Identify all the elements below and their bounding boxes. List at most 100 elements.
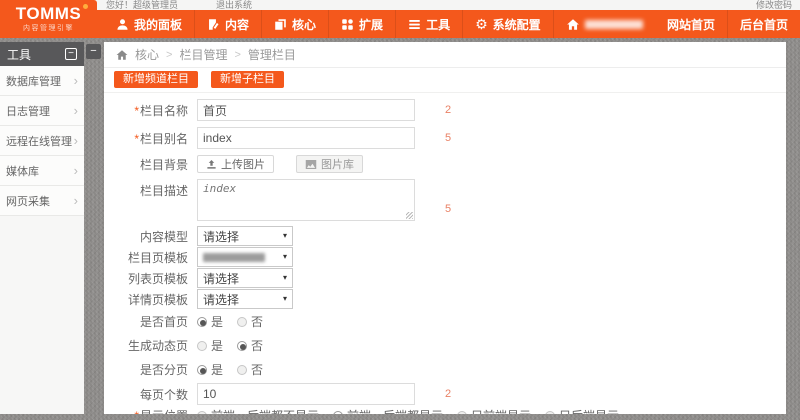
- column-description-textarea[interactable]: index: [197, 179, 415, 221]
- field-label: *栏目名称: [114, 102, 188, 119]
- nav-item-label: 系统配置: [493, 16, 541, 33]
- radio-unselected-icon[interactable]: [457, 411, 467, 415]
- validation-hint: 5: [445, 203, 451, 215]
- column-name-input[interactable]: [197, 99, 415, 121]
- form-row-column-description: 栏目描述 index 5: [114, 179, 786, 221]
- nav-item-extensions[interactable]: 扩展: [328, 10, 395, 38]
- add-sub-column-button[interactable]: 新增子栏目: [211, 71, 284, 88]
- form-row-content-model: 内容模型 请选择 ▾: [114, 226, 786, 246]
- sidebar-item-webcollect[interactable]: 网页采集 ›: [0, 186, 84, 216]
- nav-item-label: 工具: [426, 16, 450, 33]
- nav-item-system-config[interactable]: ⚙ 系统配置: [462, 10, 553, 38]
- radio-option-no[interactable]: 否: [237, 339, 263, 352]
- field-label: 每页个数: [114, 386, 188, 403]
- image-icon: [305, 159, 317, 170]
- chevron-down-icon: ▾: [283, 274, 287, 282]
- logout-link[interactable]: 退出系统: [216, 0, 252, 10]
- field-label: 是否首页: [114, 313, 188, 330]
- radio-selected-icon[interactable]: [333, 411, 343, 415]
- radio-option-hide-both[interactable]: 前端、后端都不显示: [197, 409, 319, 414]
- nav-item-label: 后台首页: [740, 16, 788, 33]
- nav-item-dashboard[interactable]: 我的面板: [104, 10, 194, 38]
- radio-option-front-only[interactable]: 只前端显示: [457, 409, 531, 414]
- resize-grip-icon[interactable]: [406, 212, 413, 219]
- select-value: 请选择: [203, 291, 239, 308]
- column-alias-input[interactable]: [197, 127, 415, 149]
- generate-dynamic-radio-group: 是 否: [197, 339, 263, 352]
- home-icon: [116, 49, 128, 61]
- radio-unselected-icon[interactable]: [197, 411, 207, 415]
- radio-unselected-icon[interactable]: [237, 317, 247, 327]
- form-row-column-name: *栏目名称 2: [114, 99, 786, 121]
- brand-logo: TOMMS 内容管理引擎: [0, 0, 97, 38]
- sidebar-item-media[interactable]: 媒体库 ›: [0, 156, 84, 186]
- column-template-select[interactable]: ▾: [197, 247, 293, 267]
- radio-option-yes[interactable]: 是: [197, 339, 223, 352]
- nav-item-tools[interactable]: 工具: [395, 10, 462, 38]
- sidebar-item-remote[interactable]: 远程在线管理 ›: [0, 126, 84, 156]
- list-template-select[interactable]: 请选择 ▾: [197, 268, 293, 288]
- radio-unselected-icon[interactable]: [237, 365, 247, 375]
- logo-title: TOMMS: [16, 4, 81, 23]
- items-per-page-input[interactable]: [197, 383, 415, 405]
- detail-template-select[interactable]: 请选择 ▾: [197, 289, 293, 309]
- sidebar-item-database[interactable]: 数据库管理 ›: [0, 66, 84, 96]
- field-label: 栏目背景: [114, 156, 188, 173]
- chevron-right-icon: ›: [74, 104, 78, 117]
- radio-unselected-icon[interactable]: [545, 411, 555, 415]
- sidebar-title: 工具: [7, 46, 31, 63]
- image-gallery-button[interactable]: 图片库: [296, 155, 363, 173]
- sidebar-item-label: 媒体库: [6, 163, 39, 179]
- form-row-items-per-page: 每页个数 2: [114, 383, 786, 405]
- radio-option-no[interactable]: 否: [237, 363, 263, 376]
- chevron-right-icon: ›: [74, 74, 78, 87]
- sidebar-item-label: 日志管理: [6, 103, 50, 119]
- sidebar-item-label: 数据库管理: [6, 73, 61, 89]
- required-asterisk: *: [134, 409, 139, 414]
- form-row-column-background: 栏目背景 上传图片 图片库: [114, 155, 786, 173]
- sidebar-item-logs[interactable]: 日志管理 ›: [0, 96, 84, 126]
- radio-unselected-icon[interactable]: [197, 341, 207, 351]
- form-row-column-template: 栏目页模板 ▾: [114, 247, 786, 267]
- change-password-link[interactable]: 修改密码: [756, 0, 792, 10]
- sidebar-item-label: 远程在线管理: [6, 133, 72, 149]
- field-label: 详情页模板: [114, 291, 188, 308]
- nav-item-content[interactable]: 内容: [194, 10, 261, 38]
- home-icon: [566, 18, 580, 31]
- logo-dot: [83, 4, 88, 9]
- greeting-text: 您好！超级管理员: [106, 0, 178, 10]
- radio-selected-icon[interactable]: [197, 365, 207, 375]
- sidebar-header: 工具 −: [0, 42, 84, 66]
- upload-icon: [206, 159, 217, 170]
- nav-item-admin-home[interactable]: 后台首页: [727, 10, 800, 38]
- breadcrumb-item-column-mgmt[interactable]: 栏目管理: [179, 46, 227, 63]
- user-icon: [116, 18, 129, 31]
- radio-selected-icon[interactable]: [237, 341, 247, 351]
- sidebar-minimize-button[interactable]: −: [65, 48, 77, 60]
- upload-image-button[interactable]: 上传图片: [197, 155, 274, 173]
- validation-hint: 5: [445, 132, 451, 144]
- background-buttons: 上传图片 图片库: [197, 155, 363, 173]
- radio-option-back-only[interactable]: 只后端显示: [545, 409, 619, 414]
- radio-selected-icon[interactable]: [197, 317, 207, 327]
- radio-option-show-both[interactable]: 前端、后端都显示: [333, 409, 443, 414]
- chevron-right-icon: ›: [74, 164, 78, 177]
- breadcrumb-item-core[interactable]: 核心: [135, 46, 159, 63]
- content-model-select[interactable]: 请选择 ▾: [197, 226, 293, 246]
- sidebar-collapse-tab[interactable]: −: [86, 44, 101, 59]
- nav-item-website-home[interactable]: 网站首页: [655, 10, 727, 38]
- nav-item-label: 扩展: [359, 16, 383, 33]
- nav-item-site-home[interactable]: [553, 10, 655, 38]
- breadcrumb-separator: >: [234, 49, 240, 61]
- radio-option-yes[interactable]: 是: [197, 363, 223, 376]
- radio-option-no[interactable]: 否: [237, 315, 263, 328]
- radio-option-yes[interactable]: 是: [197, 315, 223, 328]
- required-asterisk: *: [134, 132, 139, 146]
- nav-item-core[interactable]: 核心: [261, 10, 328, 38]
- nav-item-label: 网站首页: [667, 16, 715, 33]
- add-channel-column-button[interactable]: 新增频道栏目: [114, 71, 198, 88]
- select-value: 请选择: [203, 270, 239, 287]
- screen: 您好！超级管理员 退出系统 修改密码 我的面板 内容 核心 扩展 工具 ⚙ 系统…: [0, 0, 800, 420]
- field-label: 栏目页模板: [114, 249, 188, 266]
- is-homepage-radio-group: 是 否: [197, 315, 263, 328]
